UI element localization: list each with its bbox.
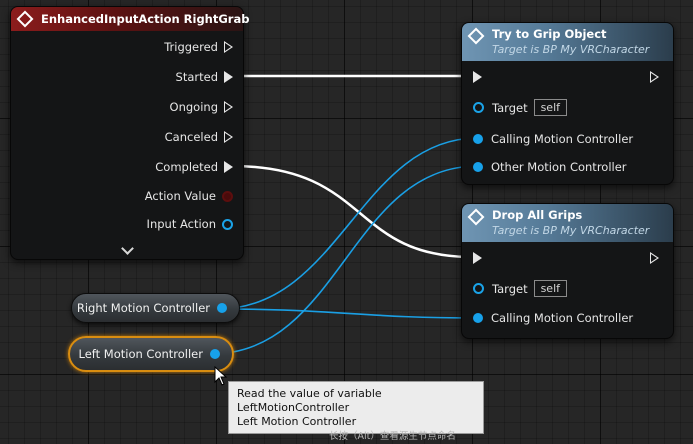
pin-action-value-label: Action Value — [144, 189, 216, 203]
object-wire-left-to-grip-other[interactable] — [210, 165, 479, 355]
grip-node-subtitle: Target is BP My VRCharacter — [492, 43, 650, 56]
left-controller-label: Left Motion Controller — [78, 347, 203, 361]
pin-completed[interactable]: Completed — [155, 160, 233, 174]
event-diamond-icon — [16, 10, 34, 28]
tooltip-hint: 长按（Alt）查看源生节点命名 — [329, 431, 456, 442]
action-value-pin-icon[interactable] — [222, 190, 233, 202]
grip-node-header[interactable]: Try to Grip Object Target is BP My VRCha… — [462, 23, 673, 61]
pin-action-value[interactable]: Action Value — [145, 189, 233, 203]
drop-calling-pin[interactable]: Calling Motion Controller — [473, 311, 633, 325]
grip-other-label: Other Motion Controller — [491, 160, 627, 174]
grip-target-pin[interactable]: Target self — [473, 99, 568, 116]
pin-canceled[interactable]: Canceled — [165, 130, 233, 144]
pin-ongoing[interactable]: Ongoing — [170, 100, 233, 114]
variable-node-left-motion-controller[interactable]: Left Motion Controller — [68, 336, 234, 372]
drop-node-header[interactable]: Drop All Grips Target is BP My VRCharact… — [462, 204, 673, 242]
grip-calling-label: Calling Motion Controller — [491, 132, 634, 146]
grip-target-value[interactable]: self — [533, 99, 568, 116]
object-wire-right-to-grip-calling[interactable] — [217, 137, 479, 310]
grip-calling-pin[interactable]: Calling Motion Controller — [473, 132, 633, 146]
pin-completed-label: Completed — [155, 160, 218, 174]
exec-wire-completed-to-drop[interactable] — [231, 164, 473, 259]
object-pin-icon[interactable] — [217, 303, 227, 313]
grip-other-pin[interactable]: Other Motion Controller — [473, 160, 627, 174]
calling-controller-pin-icon[interactable] — [473, 134, 483, 144]
object-pin-icon[interactable] — [210, 349, 220, 359]
pin-triggered-label: Triggered — [164, 40, 218, 54]
exec-in-pin-icon[interactable] — [473, 252, 482, 264]
variable-node-right-motion-controller[interactable]: Right Motion Controller — [71, 293, 240, 323]
exec-pin-icon[interactable] — [224, 131, 233, 143]
pin-started[interactable]: Started — [176, 70, 233, 84]
grip-target-label: Target — [492, 100, 528, 115]
tooltip-line-2: Left Motion Controller — [237, 415, 357, 428]
drop-target-label: Target — [492, 281, 528, 296]
exec-pin-icon[interactable] — [224, 41, 233, 53]
exec-pin-icon[interactable] — [224, 71, 233, 83]
drop-target-pin[interactable]: Target self — [473, 280, 568, 297]
chevron-down-icon[interactable] — [121, 242, 134, 255]
pin-ongoing-label: Ongoing — [169, 100, 218, 114]
function-node-drop-all-grips[interactable]: Drop All Grips Target is BP My VRCharact… — [461, 203, 674, 339]
drop-node-subtitle: Target is BP My VRCharacter — [492, 224, 650, 237]
variable-tooltip: Read the value of variable LeftMotionCon… — [228, 381, 484, 442]
exec-pin-icon[interactable] — [224, 101, 233, 113]
other-controller-pin-icon[interactable] — [473, 162, 483, 172]
function-node-try-to-grip[interactable]: Try to Grip Object Target is BP My VRCha… — [461, 22, 674, 185]
grip-node-title: Try to Grip Object — [492, 27, 607, 41]
mouse-cursor-icon — [214, 366, 228, 386]
exec-out-pin-icon[interactable] — [650, 71, 659, 83]
event-node-header[interactable]: EnhancedInputAction RightGrab — [11, 7, 249, 31]
event-node-right-grab[interactable]: EnhancedInputAction RightGrab Triggered … — [10, 6, 249, 260]
event-node-title: EnhancedInputAction RightGrab — [41, 12, 250, 26]
tooltip-line-1: Read the value of variable LeftMotionCon… — [237, 387, 382, 414]
right-controller-label: Right Motion Controller — [76, 301, 210, 315]
pin-triggered[interactable]: Triggered — [164, 40, 233, 54]
exec-out-pin-icon[interactable] — [650, 252, 659, 264]
target-pin-icon[interactable] — [473, 102, 484, 113]
function-diamond-icon — [467, 208, 485, 226]
pin-canceled-label: Canceled — [164, 130, 218, 144]
pin-input-action[interactable]: Input Action — [147, 217, 233, 231]
target-pin-icon[interactable] — [473, 283, 484, 294]
drop-node-title: Drop All Grips — [492, 208, 583, 222]
pin-input-action-label: Input Action — [146, 217, 216, 231]
pin-started-label: Started — [175, 70, 218, 84]
input-action-pin-icon[interactable] — [222, 218, 233, 230]
drop-calling-label: Calling Motion Controller — [491, 311, 634, 325]
function-diamond-icon — [467, 27, 485, 45]
exec-pin-icon[interactable] — [224, 161, 233, 173]
calling-controller-pin-icon[interactable] — [473, 313, 483, 323]
object-wire-right-to-drop-calling[interactable] — [217, 308, 479, 319]
drop-target-value[interactable]: self — [533, 280, 568, 297]
exec-in-pin-icon[interactable] — [473, 71, 482, 83]
